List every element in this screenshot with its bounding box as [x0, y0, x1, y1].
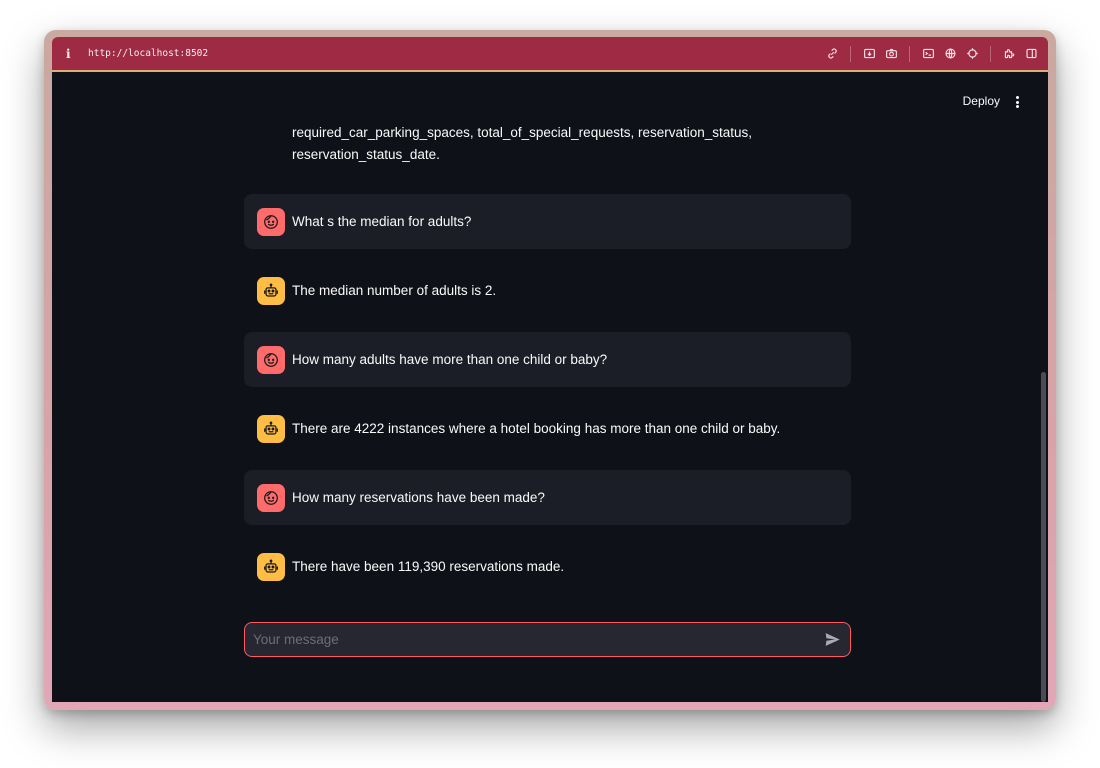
extensions-icon[interactable] — [1002, 47, 1016, 61]
page-scrollbar[interactable] — [1041, 372, 1046, 702]
user-avatar — [257, 207, 285, 236]
message-text: How many reservations have been made? — [292, 490, 545, 505]
main-menu-icon[interactable] — [1010, 94, 1024, 110]
robot-icon — [264, 421, 278, 435]
menu-dot — [1015, 100, 1019, 104]
robot-icon — [264, 559, 278, 573]
info-icon[interactable]: i — [66, 47, 78, 61]
chat-message-assistant: The median number of adults is 2. — [244, 263, 851, 318]
send-button[interactable] — [822, 630, 842, 650]
message-text: There have been 119,390 reservations mad… — [292, 559, 565, 574]
robot-icon — [264, 283, 278, 297]
chat-message-assistant: There have been 119,390 reservations mad… — [244, 539, 851, 594]
message-text: There are 4222 instances where a hotel b… — [292, 421, 781, 436]
smiley-face-icon — [264, 214, 278, 229]
toolbar-divider — [990, 45, 991, 62]
streamlit-app: Deploy required_car_parking_spaces, tota… — [52, 72, 1048, 702]
assistant-message-continuation: required_car_parking_spaces, total_of_sp… — [292, 125, 753, 162]
browser-toolbar: i http://localhost:8502 — [52, 37, 1048, 70]
user-avatar — [257, 345, 285, 374]
menu-dot — [1015, 96, 1019, 99]
smiley-face-icon — [264, 490, 278, 505]
smiley-face-icon — [264, 352, 278, 367]
toolbar-divider — [850, 45, 851, 62]
chat-message-input[interactable] — [253, 632, 822, 647]
message-text: How many adults have more than one child… — [292, 352, 608, 367]
download-icon[interactable] — [862, 47, 876, 61]
address-bar-url[interactable]: http://localhost:8502 — [88, 48, 208, 59]
assistant-avatar — [257, 414, 285, 443]
toolbar-divider — [909, 45, 910, 62]
sidebar-toggle-icon[interactable] — [1024, 47, 1038, 61]
crosshair-icon[interactable] — [965, 47, 979, 61]
chat-message-user: How many adults have more than one child… — [244, 332, 851, 387]
link-icon[interactable] — [825, 47, 839, 61]
user-avatar — [257, 483, 285, 512]
chat-message-assistant: There are 4222 instances where a hotel b… — [244, 401, 851, 456]
deploy-button[interactable]: Deploy — [963, 94, 1000, 108]
terminal-icon[interactable] — [921, 47, 935, 61]
message-text: What s the median for adults? — [292, 214, 472, 229]
assistant-avatar — [257, 552, 285, 581]
send-icon — [825, 633, 840, 646]
assistant-avatar — [257, 276, 285, 305]
chat-message-user: What s the median for adults? — [244, 194, 851, 249]
browser-window: i http://localhost:8502 Deploy required_… — [44, 30, 1056, 710]
menu-dot — [1015, 105, 1019, 108]
chat-input-container — [244, 622, 851, 657]
chat-message-user: How many reservations have been made? — [244, 470, 851, 525]
globe-icon[interactable] — [943, 47, 957, 61]
camera-icon[interactable] — [884, 47, 898, 61]
browser-tools — [825, 37, 1038, 70]
message-text: The median number of adults is 2. — [292, 283, 497, 298]
